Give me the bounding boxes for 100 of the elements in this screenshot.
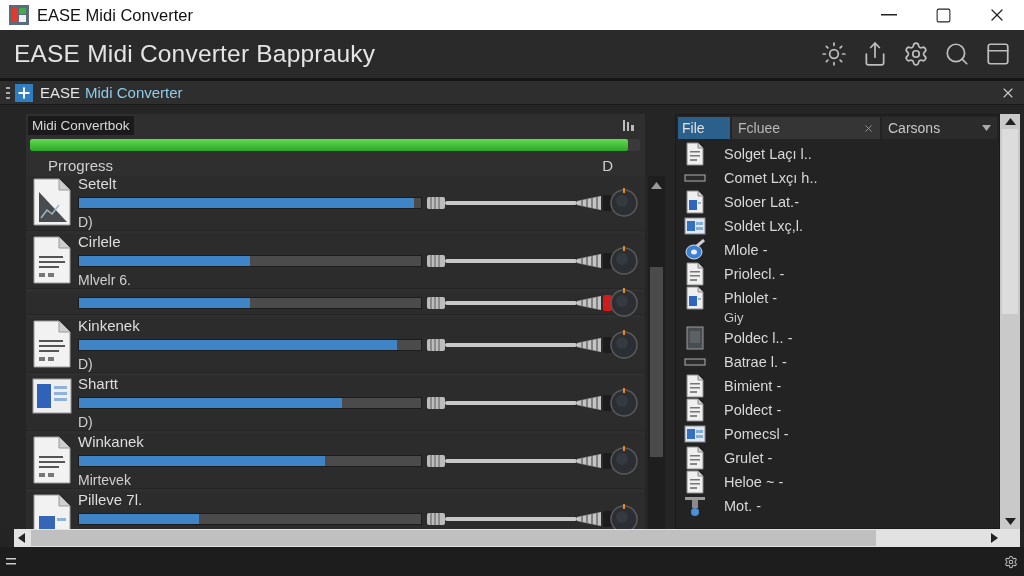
file-name[interactable]: Poldect - (724, 402, 782, 418)
scrollbar-thumb[interactable] (650, 267, 663, 457)
document-icon (32, 236, 72, 284)
clear-icon[interactable] (863, 122, 874, 134)
file-name[interactable]: Priolecl. - (724, 266, 785, 282)
caret-icon (982, 125, 991, 131)
progress-reading: D (602, 156, 613, 174)
document-icon (685, 398, 705, 422)
document-icon (32, 494, 72, 529)
add-icon[interactable] (15, 83, 33, 102)
left-arrow-icon[interactable] (18, 533, 25, 543)
vertical-scrollbar[interactable] (648, 176, 665, 529)
disc-icon (684, 239, 706, 261)
minimize-icon (881, 14, 897, 16)
cable-icon (427, 453, 603, 469)
channel-name: Cirlele (78, 234, 121, 250)
level-track[interactable] (78, 455, 422, 467)
file-name[interactable]: Mot. - (724, 498, 762, 514)
channel-note: D) (78, 414, 93, 430)
channel-name: Winkanek (78, 434, 144, 450)
level-track[interactable] (78, 339, 422, 351)
level-track[interactable] (78, 513, 422, 525)
document-icon (32, 320, 72, 368)
menu-icon[interactable] (6, 558, 16, 565)
document-icon (685, 446, 705, 470)
cable-icon (427, 337, 603, 353)
channel-note: D) (78, 214, 93, 230)
document-icon (685, 190, 705, 214)
filter-field[interactable]: Fcluee (732, 117, 880, 139)
rectangle-icon (684, 358, 706, 366)
sun-icon[interactable] (821, 41, 847, 67)
window-title: EASE Midi Converter (37, 5, 193, 25)
channel-note: Mirtevek (78, 472, 131, 488)
share-icon[interactable] (862, 41, 888, 67)
window-icon[interactable] (985, 41, 1011, 67)
channel-name: Kinkenek (78, 318, 140, 334)
document-icon (685, 262, 705, 286)
grip-icon[interactable] (6, 86, 10, 99)
level-track[interactable] (78, 397, 422, 409)
channel-name: Setelt (78, 176, 117, 192)
level-track[interactable] (78, 197, 422, 209)
document-icon (685, 470, 705, 494)
settings-icon[interactable] (1004, 554, 1018, 569)
sort-dropdown[interactable]: Carsons (882, 117, 997, 139)
knob-icon[interactable] (603, 244, 639, 278)
file-name[interactable]: Bimient - (724, 378, 782, 394)
bars-icon[interactable] (623, 119, 635, 131)
file-name[interactable]: Phlolet - (724, 290, 778, 306)
cable-icon (427, 195, 603, 211)
up-arrow-icon[interactable] (651, 182, 662, 189)
file-name[interactable]: Heloe ~ - (724, 474, 784, 490)
document-icon (32, 436, 72, 484)
app-title: EASE Midi Converter Bapprauky (14, 40, 376, 68)
file-name[interactable]: Batrae l. - (724, 354, 787, 370)
level-track[interactable] (78, 255, 422, 267)
knob-icon[interactable] (603, 328, 639, 362)
settings-icon[interactable] (903, 41, 929, 67)
channel-name: Shartt (78, 376, 119, 392)
channel-note: Mlvelr 6. (78, 272, 131, 288)
cable-icon (427, 511, 603, 527)
knob-icon[interactable] (603, 186, 639, 220)
document-tab-title: EASE (40, 84, 81, 101)
file-tab[interactable]: File (678, 117, 730, 139)
cable-icon (427, 295, 603, 311)
horizontal-scrollbar[interactable] (14, 529, 1020, 547)
down-arrow-icon[interactable] (1004, 518, 1016, 525)
channel-name: Pilleve 7l. (78, 492, 143, 508)
chart-document-icon (32, 178, 72, 226)
rectangle-icon (684, 174, 706, 182)
file-name[interactable]: Soldet Lxç,l. (724, 218, 803, 234)
image-icon (684, 425, 706, 443)
file-detail: Giy (724, 310, 744, 326)
file-name[interactable]: Pomecsl - (724, 426, 789, 442)
knob-icon[interactable] (603, 386, 639, 420)
document-tab-title: Midi Converter (85, 84, 183, 101)
channel-note: D) (78, 356, 93, 372)
file-name[interactable]: Poldec l.. - (724, 330, 793, 346)
right-arrow-icon[interactable] (991, 533, 998, 543)
panel-title: Midi Convertbok (28, 115, 134, 135)
knob-icon[interactable] (603, 444, 639, 478)
window-icon (32, 378, 72, 414)
file-name[interactable]: Solget Laçı l.. (724, 146, 812, 162)
file-name[interactable]: Comet Lxçı h.. (724, 170, 818, 186)
knob-icon[interactable] (603, 286, 639, 320)
file-name[interactable]: Soloer Lat.- (724, 194, 799, 210)
level-track[interactable] (78, 297, 422, 309)
image-icon (684, 217, 706, 235)
document-icon (685, 142, 705, 166)
cable-icon (427, 395, 603, 411)
document-icon (685, 374, 705, 398)
search-icon[interactable] (944, 41, 970, 67)
up-arrow-icon[interactable] (1004, 118, 1016, 125)
file-name[interactable]: Grulet - (724, 450, 773, 466)
scrollbar-thumb[interactable] (31, 530, 876, 546)
vertical-scrollbar[interactable] (1000, 114, 1020, 529)
progress-label: Prrogress (48, 156, 114, 174)
maximize-icon (934, 6, 952, 24)
file-name[interactable]: Mlole - (724, 242, 768, 258)
app-icon (9, 5, 29, 25)
document-icon (685, 286, 705, 310)
